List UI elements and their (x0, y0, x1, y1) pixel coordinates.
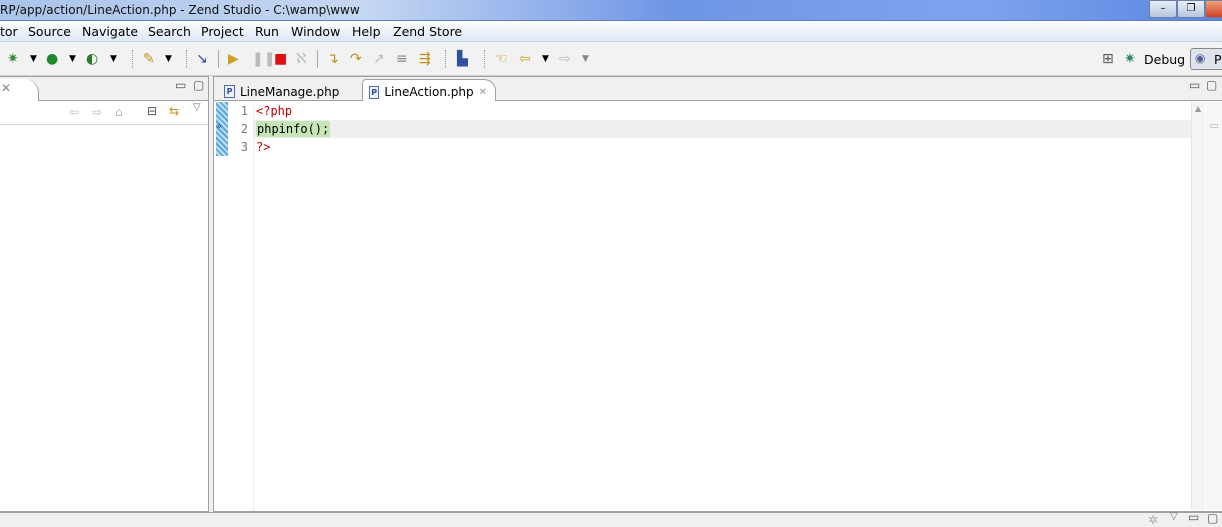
open-perspective-icon[interactable]: ⊞ (1102, 51, 1114, 67)
minimize-icon[interactable]: ▭ (1188, 510, 1199, 524)
view-menu-icon[interactable]: ▽ (1170, 511, 1178, 522)
maximize-icon[interactable]: ▢ (1206, 78, 1217, 92)
php-perspective-button[interactable]: ◉ P (1190, 48, 1222, 70)
restore-button[interactable]: ❐ (1177, 0, 1205, 18)
debug-perspective-icon[interactable]: ✷ (1124, 51, 1136, 67)
chevron-down-icon[interactable]: ▼ (30, 51, 37, 67)
menu-search[interactable]: Search (148, 24, 191, 39)
menu-source[interactable]: Source (28, 24, 71, 39)
menu-run[interactable]: Run (255, 24, 279, 39)
toolbar: ✷ ▼ ● ▼ ◐ ▼ ✎ ▼ ↘ ▶ ❚❚ ■ ℵ ↴ ↷ ↗ ≡ ⇶ ▙ ☜… (0, 42, 1222, 76)
maximize-icon[interactable]: ▢ (193, 78, 204, 92)
chevron-down-icon[interactable]: ▼ (110, 51, 117, 67)
skip-breakpoints-icon[interactable]: ↘ (196, 51, 208, 67)
close-icon[interactable]: ✕ (1, 81, 11, 95)
scroll-up-icon[interactable]: ▲ (1195, 104, 1201, 113)
current-line-highlight (254, 120, 1191, 138)
forward-icon[interactable]: ⇨ (559, 51, 571, 67)
step-return-icon[interactable]: ↗ (373, 51, 385, 67)
close-icon[interactable]: ✕ (479, 87, 487, 98)
php-file-icon: P (369, 85, 380, 99)
minimize-icon[interactable]: ▭ (175, 78, 186, 92)
maximize-icon[interactable]: ▢ (1207, 511, 1218, 525)
tab-lineaction[interactable]: P LineAction.php ✕ (362, 79, 496, 101)
link-editor-icon[interactable]: ⇆ (169, 104, 179, 118)
chevron-down-icon[interactable]: ▼ (165, 51, 172, 67)
debug-perspective-button[interactable]: Debug (1144, 52, 1185, 68)
vertical-scrollbar[interactable]: ▲ (1191, 102, 1205, 510)
menu-zend-store[interactable]: Zend Store (393, 24, 462, 39)
last-edit-icon[interactable]: ☜ (495, 51, 508, 67)
chevron-down-icon[interactable]: ▼ (582, 51, 589, 67)
terminate-icon[interactable]: ■ (274, 51, 287, 67)
home-icon[interactable]: ⌂ (115, 105, 123, 119)
external-tools-icon[interactable]: ✎ (143, 51, 155, 67)
close-button[interactable] (1205, 0, 1222, 18)
menu-project[interactable]: Project (201, 24, 244, 39)
instruction-pointer-icon: » (216, 121, 223, 132)
suspend-icon[interactable]: ❚❚ (252, 51, 275, 67)
window-title: RP/app/action/LineAction.php - Zend Stud… (0, 3, 360, 17)
menu-window[interactable]: Window (291, 24, 340, 39)
back-icon[interactable]: ⇦ (519, 51, 531, 67)
code-line[interactable]: phpinfo(); (256, 121, 331, 137)
debug-icon[interactable]: ✷ (7, 51, 19, 67)
bottom-panel-header: ✲ ▽ ▭ ▢ (0, 510, 1222, 527)
collapse-all-icon[interactable]: ⊟ (147, 104, 157, 118)
line-number-ruler (228, 102, 254, 510)
forward-icon[interactable]: ⇨ (92, 105, 102, 119)
code-line[interactable]: <?php (256, 104, 292, 118)
profile-icon[interactable]: ◐ (86, 51, 98, 67)
step-over-icon[interactable]: ↷ (350, 51, 362, 67)
title-bar: RP/app/action/LineAction.php - Zend Stud… (0, 0, 1222, 21)
php-file-icon: P (224, 85, 235, 98)
open-perspective-icon[interactable]: ▙ (457, 51, 468, 67)
overview-ruler (1206, 102, 1222, 510)
minimize-icon[interactable]: ▭ (1189, 78, 1200, 92)
back-icon[interactable]: ⇦ (69, 105, 79, 119)
left-view-panel: ✕ ▭ ▢ ⇦ ⇨ ⌂ ⊟ ⇆ ▽ (0, 76, 209, 512)
view-menu-icon[interactable]: ▽ (193, 102, 201, 113)
menu-bar: tor Source Navigate Search Project Run W… (0, 21, 1222, 42)
code-line[interactable]: ?> (256, 140, 270, 154)
chevron-down-icon[interactable]: ▼ (69, 51, 76, 67)
menu-navigate[interactable]: Navigate (82, 24, 138, 39)
run-icon[interactable]: ● (46, 51, 58, 67)
chevron-down-icon[interactable]: ▼ (542, 51, 549, 67)
step-into-icon[interactable]: ↴ (327, 51, 339, 67)
minimize-button[interactable]: – (1149, 0, 1177, 18)
drop-to-frame-icon[interactable]: ≡ (396, 51, 408, 67)
php-perspective-icon: ◉ (1195, 51, 1206, 65)
disconnect-icon[interactable]: ℵ (296, 51, 306, 67)
menu-help[interactable]: Help (352, 24, 381, 39)
tab-linemanage[interactable]: P LineManage.php (218, 79, 347, 101)
editor-panel: P LineManage.php P LineAction.php ✕ ▭ ▢ (213, 76, 1222, 512)
resume-icon[interactable]: ▶ (228, 51, 239, 67)
pin-icon[interactable]: ✲ (1148, 513, 1158, 527)
menu-editor[interactable]: tor (0, 24, 18, 39)
use-step-filters-icon[interactable]: ⇶ (419, 51, 431, 67)
